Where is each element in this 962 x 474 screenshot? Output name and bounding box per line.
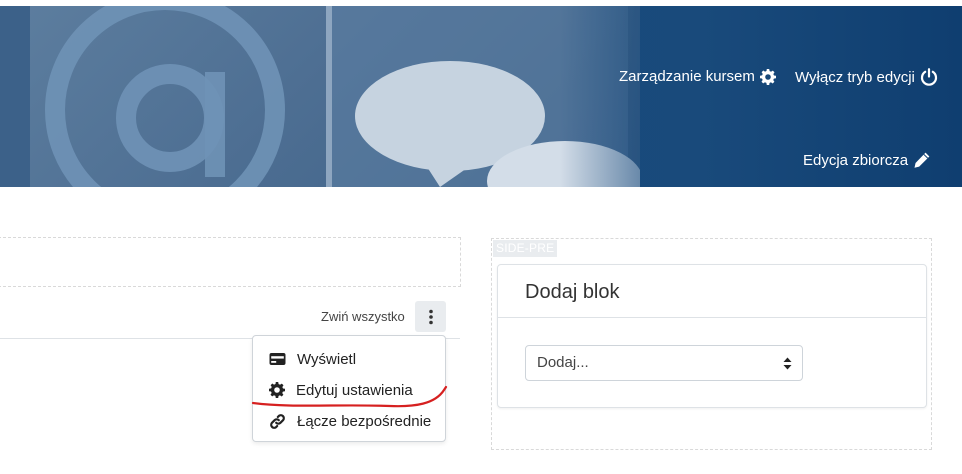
block-divider [498,317,926,318]
content-region-top [0,237,461,287]
card-icon [269,353,286,365]
menu-item-permalink[interactable]: Łącze bezpośrednie [269,410,431,432]
kebab-icon [428,309,433,324]
menu-item-permalink-label: Łącze bezpośrednie [297,412,432,430]
gear-icon [759,68,776,85]
add-block-select[interactable]: Dodaj... [525,345,803,381]
bulk-edit-label: Edycja zbiorcza [803,152,909,169]
add-block-title: Dodaj blok [525,281,620,303]
menu-item-view-label: Wyświetl [297,350,357,368]
link-icon [270,413,285,429]
add-block-select-value: Dodaj... [537,354,589,371]
course-administration-label: Zarządzanie kursem [619,68,755,85]
side-pre-region-label: SIDE-PRE [493,240,558,257]
pencil-icon [914,152,930,168]
turn-editing-off-link[interactable]: Wyłącz tryb edycji [795,68,938,86]
collapse-all-link[interactable]: Zwiń wszystko [321,309,405,324]
select-arrows-icon [783,357,792,370]
red-annotation-underline [251,385,448,408]
menu-item-view[interactable]: Wyświetl [269,348,356,370]
banner-decoration-graphic [45,6,640,187]
power-icon [920,68,937,86]
course-administration-link[interactable]: Zarządzanie kursem [619,68,776,85]
turn-editing-off-label: Wyłącz tryb edycji [795,68,915,86]
bulk-edit-link[interactable]: Edycja zbiorcza [803,152,930,169]
course-header-banner: Zarządzanie kursem Wyłącz tryb edycji Ed… [0,6,962,187]
section-actions-button[interactable] [415,301,446,332]
add-block-card: Dodaj blok Dodaj... [497,264,927,408]
